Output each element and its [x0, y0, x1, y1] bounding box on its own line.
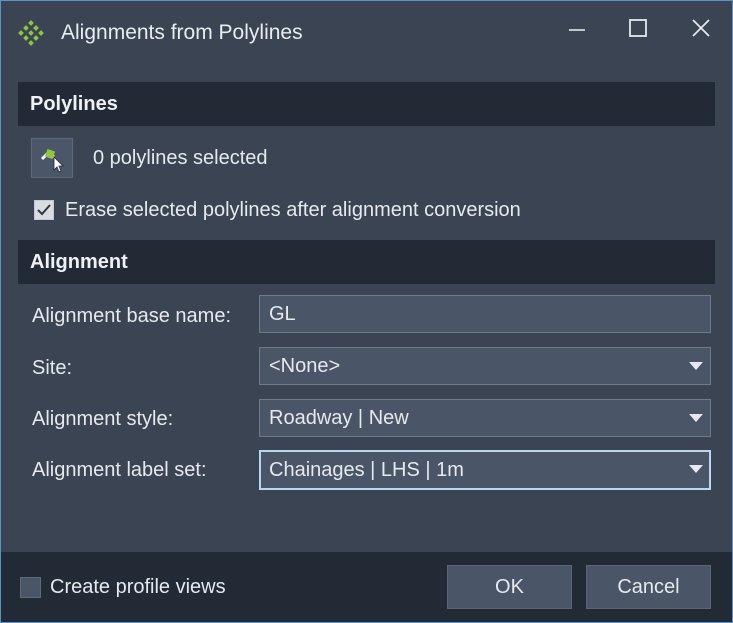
maximize-icon — [629, 19, 647, 37]
minimize-button[interactable] — [557, 11, 597, 45]
base-name-input[interactable]: GL — [259, 295, 711, 333]
pick-polylines-button[interactable] — [31, 138, 73, 178]
create-profile-views-checkbox[interactable] — [20, 577, 41, 598]
title-bar[interactable]: Alignments from Polylines — [1, 1, 732, 63]
alignment-style-value: Roadway | New — [269, 407, 409, 429]
close-button[interactable] — [681, 11, 721, 45]
erase-polylines-checkbox[interactable] — [34, 200, 54, 220]
alignment-diamond-icon — [17, 19, 45, 47]
create-profile-views-label[interactable]: Create profile views — [50, 576, 226, 599]
polylines-selected-count: 0 polylines selected — [93, 147, 268, 169]
label-set-value: Chainages | LHS | 1m — [269, 459, 464, 481]
polylines-section-header: Polylines — [18, 82, 715, 126]
minimize-icon — [569, 29, 585, 31]
site-value: <None> — [269, 355, 341, 377]
alignment-section-header: Alignment — [18, 240, 715, 284]
label-set-label: Alignment label set: — [32, 459, 207, 481]
site-label: Site: — [32, 357, 73, 379]
chevron-down-icon — [689, 362, 703, 370]
polylines-header-text: Polylines — [30, 93, 118, 115]
dialog-footer: Create profile views OK Cancel — [1, 552, 732, 622]
alignment-header-text: Alignment — [30, 251, 128, 273]
alignment-style-select[interactable]: Roadway | New — [259, 399, 711, 437]
dialog-window: Alignments from Polylines Polylines 0 po… — [0, 0, 733, 623]
site-select[interactable]: <None> — [259, 347, 711, 385]
ok-button[interactable]: OK — [447, 565, 572, 609]
chevron-down-icon — [689, 414, 703, 422]
checkmark-icon — [37, 204, 51, 216]
alignment-style-label: Alignment style: — [32, 408, 174, 430]
pick-polyline-icon — [40, 148, 64, 173]
chevron-down-icon — [689, 465, 703, 473]
label-set-select[interactable]: Chainages | LHS | 1m — [259, 450, 711, 490]
window-title: Alignments from Polylines — [61, 21, 303, 44]
close-icon — [692, 19, 710, 37]
erase-polylines-label[interactable]: Erase selected polylines after alignment… — [65, 199, 521, 222]
base-name-label: Alignment base name: — [32, 305, 232, 327]
cancel-button[interactable]: Cancel — [586, 565, 711, 609]
maximize-button[interactable] — [618, 11, 658, 45]
base-name-value: GL — [269, 303, 296, 325]
